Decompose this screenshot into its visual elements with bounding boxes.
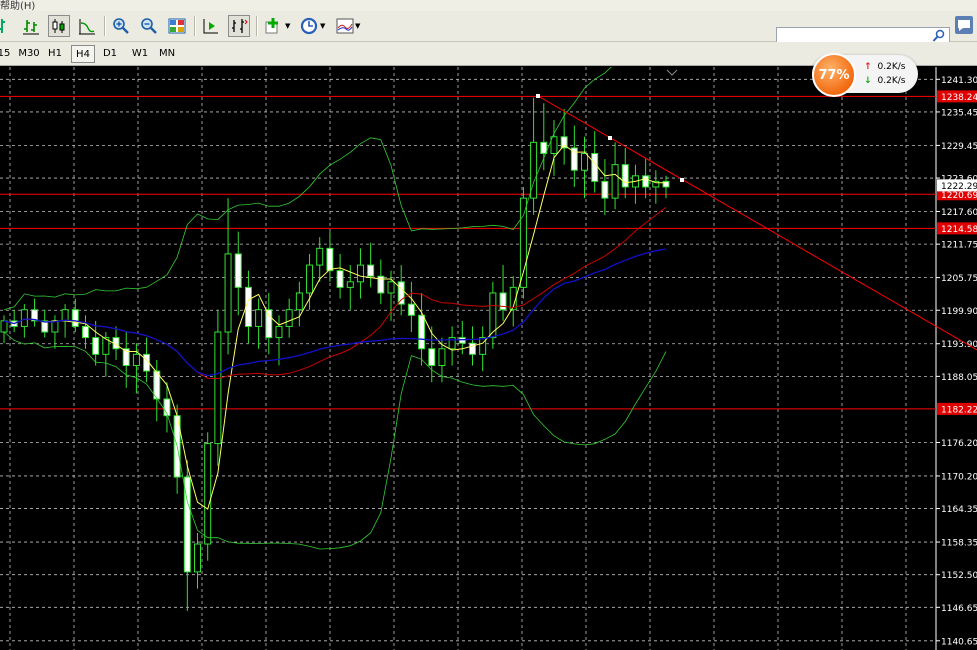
candle-body <box>71 309 79 327</box>
zoom-out-icon[interactable] <box>138 15 160 37</box>
search-icon[interactable] <box>932 29 946 43</box>
price-level-label: 1182.22 <box>941 405 977 415</box>
candle-body <box>194 543 202 573</box>
candle-body <box>204 443 212 545</box>
candle-body <box>295 292 303 311</box>
menu-fragment[interactable]: 帮助(H) <box>0 0 35 11</box>
trend-anchor <box>608 136 612 140</box>
axis-tick-label: 1193.90 <box>941 340 977 350</box>
axis-tick-label: 1188.05 <box>941 373 977 383</box>
periods-dropdown-icon[interactable]: ▼ <box>320 22 325 30</box>
axis-tick-label: 1199.90 <box>941 307 977 317</box>
timeframe-mn[interactable]: MN <box>155 45 179 63</box>
axis-tick-label: 1152.50 <box>941 571 977 581</box>
candle-body <box>418 314 426 350</box>
candle-body <box>92 337 100 355</box>
periods-clock-icon[interactable] <box>298 15 320 37</box>
upload-speed: ↑ 0.2K/s <box>864 62 906 72</box>
axis-tick-label: 1229.45 <box>941 142 977 152</box>
candle-body <box>397 281 405 305</box>
candle-body <box>234 253 242 288</box>
candle-body <box>621 164 629 188</box>
bar-chart-icon[interactable] <box>0 15 16 37</box>
candle-body <box>132 353 140 366</box>
price-chart[interactable]: 1241.301235.451229.451223.601217.601211.… <box>0 67 977 650</box>
candle-body <box>591 152 599 182</box>
templates-dropdown-icon[interactable]: ▼ <box>355 22 360 30</box>
line-chart-button[interactable] <box>76 15 98 37</box>
candle-body <box>20 309 28 327</box>
trend-anchor <box>536 94 540 98</box>
candle-body <box>224 253 232 333</box>
bar-chart-button[interactable] <box>20 15 42 37</box>
axis-tick-label: 1158.35 <box>941 539 977 549</box>
candle-body <box>428 348 436 366</box>
price-level-label: 1214.58 <box>941 225 977 235</box>
indicators-icon[interactable] <box>262 15 284 37</box>
candle-body <box>642 175 650 188</box>
download-speed: ↓ 0.2K/s <box>864 76 906 86</box>
timeframe-d1[interactable]: D1 <box>99 45 121 63</box>
candle-body <box>519 197 527 288</box>
candle-body <box>265 309 273 339</box>
axis-tick-label: 1164.35 <box>941 505 977 515</box>
cpu-usage-badge: 77% <box>812 53 856 97</box>
candle-body <box>367 264 375 277</box>
candle-body <box>214 331 222 445</box>
axis-tick-label: 1241.30 <box>941 76 977 86</box>
axis-tick-label: 1170.20 <box>941 472 977 482</box>
templates-icon[interactable] <box>334 15 356 37</box>
timeframe-m30[interactable]: M30 <box>16 45 42 63</box>
candle-body <box>499 292 507 311</box>
tile-windows-icon[interactable] <box>166 15 188 37</box>
network-monitor-widget[interactable]: 77% ↑ 0.2K/s ↓ 0.2K/s <box>812 53 918 97</box>
candle-body <box>581 152 589 171</box>
candle-body <box>61 309 69 322</box>
candle-body <box>356 264 364 283</box>
candle-body <box>346 281 354 288</box>
price-level-label: 1238.24 <box>941 93 977 103</box>
timeframe-h1[interactable]: H1 <box>44 45 66 63</box>
trend-anchor <box>680 178 684 182</box>
candle-body <box>336 270 344 288</box>
candle-body <box>285 309 293 327</box>
candle-body <box>601 180 609 199</box>
axis-tick-label: 1146.65 <box>941 604 977 614</box>
current-price-label: 1222.29 <box>941 182 977 192</box>
chart-shift-icon[interactable] <box>228 15 250 37</box>
zoom-in-icon[interactable] <box>110 15 132 37</box>
candle-body <box>662 180 670 188</box>
candle-body <box>407 303 415 316</box>
candle-body <box>479 337 487 355</box>
candle-body <box>438 348 446 366</box>
timeframe-h4[interactable]: H4 <box>71 45 95 63</box>
candle-body <box>255 309 263 327</box>
timeframe-m15[interactable]: M15 <box>0 45 15 63</box>
menu-bar: 帮助(H) <box>0 0 977 11</box>
axis-tick-label: 1176.20 <box>941 439 977 449</box>
axis-tick-label: 1211.75 <box>941 241 977 251</box>
notification-icon[interactable] <box>955 16 973 34</box>
candle-body <box>611 164 619 199</box>
candle-body <box>306 264 314 294</box>
candle-body <box>275 325 283 339</box>
price-level-label: 1220.69 <box>941 191 977 201</box>
axis-tick-label: 1205.75 <box>941 274 977 284</box>
candle-body <box>540 141 548 154</box>
candle-body <box>468 342 476 355</box>
axis-tick-label: 1235.45 <box>941 108 977 118</box>
candle-body <box>326 247 334 272</box>
candlestick-chart-button[interactable] <box>48 15 70 37</box>
main-toolbar: ▼ ▼ ▼ <box>0 11 977 45</box>
auto-scroll-icon[interactable] <box>200 15 222 37</box>
candle-body <box>316 247 324 266</box>
candle-body <box>81 325 89 339</box>
candle-body <box>387 281 395 294</box>
indicators-dropdown-icon[interactable]: ▼ <box>285 22 290 30</box>
axis-tick-label: 1140.65 <box>941 637 977 647</box>
candle-body <box>0 320 8 333</box>
timeframe-w1[interactable]: W1 <box>127 45 153 63</box>
candle-body <box>51 320 59 333</box>
axis-tick-label: 1217.60 <box>941 208 977 218</box>
